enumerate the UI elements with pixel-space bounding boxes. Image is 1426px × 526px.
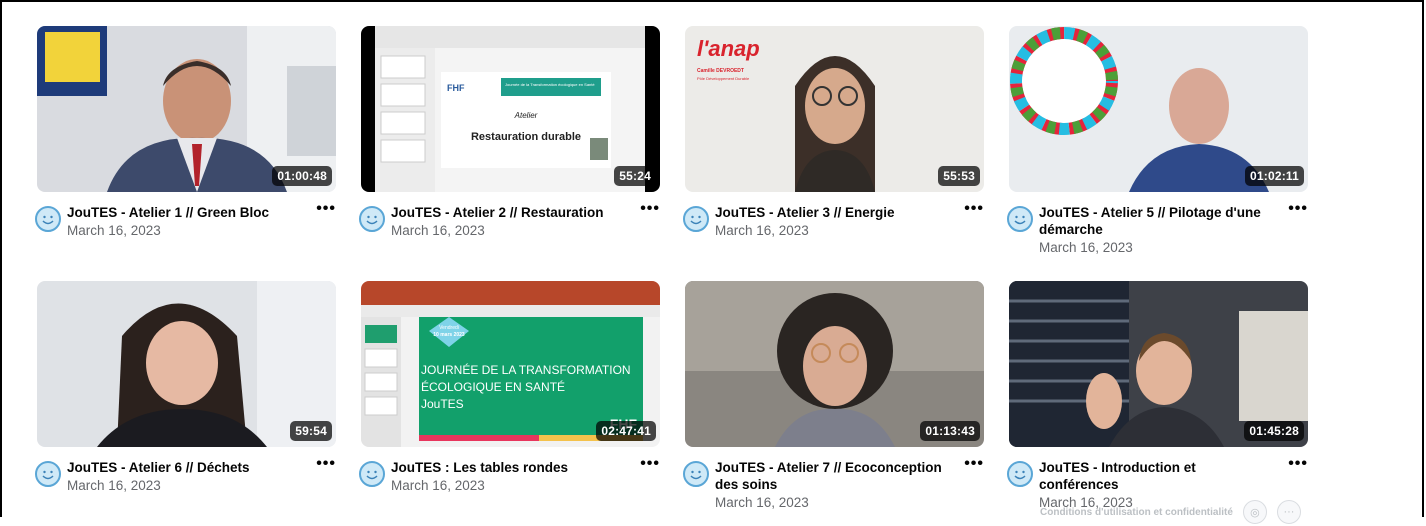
- video-thumbnail[interactable]: 59:54: [37, 281, 336, 447]
- svg-text:Vendredi: Vendredi: [439, 325, 459, 331]
- video-duration: 01:13:43: [920, 421, 980, 441]
- video-grid: 01:00:48 JouTES - Atelier 1 // Green Blo…: [35, 26, 1308, 526]
- video-thumbnail[interactable]: FHF Journée de la Transformation écologi…: [361, 26, 660, 192]
- avatar-icon[interactable]: [1007, 461, 1033, 487]
- avatar-icon[interactable]: [1007, 206, 1033, 232]
- video-duration: 01:45:28: [1244, 421, 1304, 441]
- video-card: 01:13:43 JouTES - Atelier 7 // Ecoconcep…: [683, 281, 984, 526]
- svg-text:10 mars 2023: 10 mars 2023: [433, 332, 465, 338]
- avatar-icon[interactable]: [35, 206, 61, 232]
- video-date: March 16, 2023: [391, 478, 485, 493]
- video-title[interactable]: JouTES - Atelier 5 // Pilotage d'une dém…: [1039, 204, 1271, 238]
- video-date: March 16, 2023: [1039, 240, 1133, 255]
- svg-text:Journée de la Transformation é: Journée de la Transformation écologique …: [505, 82, 595, 87]
- video-title[interactable]: JouTES - Atelier 6 // Déchets: [67, 459, 299, 476]
- video-card: 59:54 JouTES - Atelier 6 // Déchets Marc…: [35, 281, 336, 526]
- terms-link[interactable]: Conditions d'utilisation et confidential…: [1040, 507, 1233, 518]
- video-title[interactable]: JouTES : Les tables rondes: [391, 459, 623, 476]
- svg-text:l'anap: l'anap: [697, 36, 760, 61]
- video-thumbnail[interactable]: 01:00:48: [37, 26, 336, 192]
- video-title[interactable]: JouTES - Atelier 3 // Energie: [715, 204, 947, 221]
- video-title[interactable]: JouTES - Introduction et conférences: [1039, 459, 1271, 493]
- video-title[interactable]: JouTES - Atelier 7 // Ecoconception des …: [715, 459, 947, 493]
- more-options-icon[interactable]: •••: [964, 455, 984, 473]
- avatar-icon[interactable]: [359, 206, 385, 232]
- video-card: FHF Journée de la Transformation écologi…: [359, 26, 660, 281]
- svg-text:Pôle Développement Durable: Pôle Développement Durable: [697, 76, 750, 81]
- avatar-icon[interactable]: [683, 461, 709, 487]
- svg-text:JOURNÉE DE LA TRANSFORMATION: JOURNÉE DE LA TRANSFORMATION: [421, 362, 631, 377]
- svg-text:ÉCOLOGIQUE EN SANTÉ: ÉCOLOGIQUE EN SANTÉ: [421, 379, 565, 394]
- video-date: March 16, 2023: [67, 223, 161, 238]
- video-title[interactable]: JouTES - Atelier 2 // Restauration: [391, 204, 623, 221]
- video-duration: 01:02:11: [1245, 166, 1304, 186]
- video-date: March 16, 2023: [391, 223, 485, 238]
- svg-text:Camille DEVROEDT: Camille DEVROEDT: [697, 68, 744, 74]
- more-options-icon[interactable]: ···: [1276, 500, 1301, 524]
- video-card: l'anap Camille DEVROEDT Pôle Développeme…: [683, 26, 984, 281]
- avatar-icon[interactable]: [35, 461, 61, 487]
- more-options-icon[interactable]: •••: [640, 200, 660, 218]
- avatar-icon[interactable]: [683, 206, 709, 232]
- more-options-icon[interactable]: •••: [964, 200, 984, 218]
- video-duration: 55:24: [614, 166, 656, 186]
- footer: Conditions d'utilisation et confidential…: [1040, 500, 1301, 524]
- video-card: 01:00:48 JouTES - Atelier 1 // Green Blo…: [35, 26, 336, 281]
- more-options-icon[interactable]: •••: [640, 455, 660, 473]
- video-date: March 16, 2023: [715, 495, 809, 510]
- svg-text:JouTES: JouTES: [421, 397, 464, 411]
- video-thumbnail[interactable]: l'anap Camille DEVROEDT Pôle Développeme…: [685, 26, 984, 192]
- settings-icon[interactable]: ◎: [1242, 500, 1267, 524]
- avatar-icon[interactable]: [359, 461, 385, 487]
- video-duration: 02:47:41: [596, 421, 656, 441]
- video-duration: 59:54: [290, 421, 332, 441]
- more-options-icon[interactable]: •••: [316, 200, 336, 218]
- video-card: 01:02:11 JouTES - Atelier 5 // Pilotage …: [1007, 26, 1308, 281]
- video-thumbnail[interactable]: 01:45:28: [1009, 281, 1308, 447]
- svg-text:FHF: FHF: [447, 83, 465, 93]
- more-options-icon[interactable]: •••: [1288, 200, 1308, 218]
- video-thumbnail[interactable]: Vendredi 10 mars 2023 JOURNÉE DE LA TRAN…: [361, 281, 660, 447]
- svg-text:Atelier: Atelier: [514, 111, 538, 120]
- video-date: March 16, 2023: [715, 223, 809, 238]
- video-card: Vendredi 10 mars 2023 JOURNÉE DE LA TRAN…: [359, 281, 660, 526]
- video-thumbnail[interactable]: 01:13:43: [685, 281, 984, 447]
- more-options-icon[interactable]: •••: [1288, 455, 1308, 473]
- video-duration: 55:53: [938, 166, 980, 186]
- svg-text:Restauration durable: Restauration durable: [471, 131, 581, 143]
- more-options-icon[interactable]: •••: [316, 455, 336, 473]
- video-thumbnail[interactable]: 01:02:11: [1009, 26, 1308, 192]
- video-duration: 01:00:48: [272, 166, 332, 186]
- video-card: 01:45:28 JouTES - Introduction et confér…: [1007, 281, 1308, 526]
- video-date: March 16, 2023: [67, 478, 161, 493]
- video-title[interactable]: JouTES - Atelier 1 // Green Bloc: [67, 204, 299, 221]
